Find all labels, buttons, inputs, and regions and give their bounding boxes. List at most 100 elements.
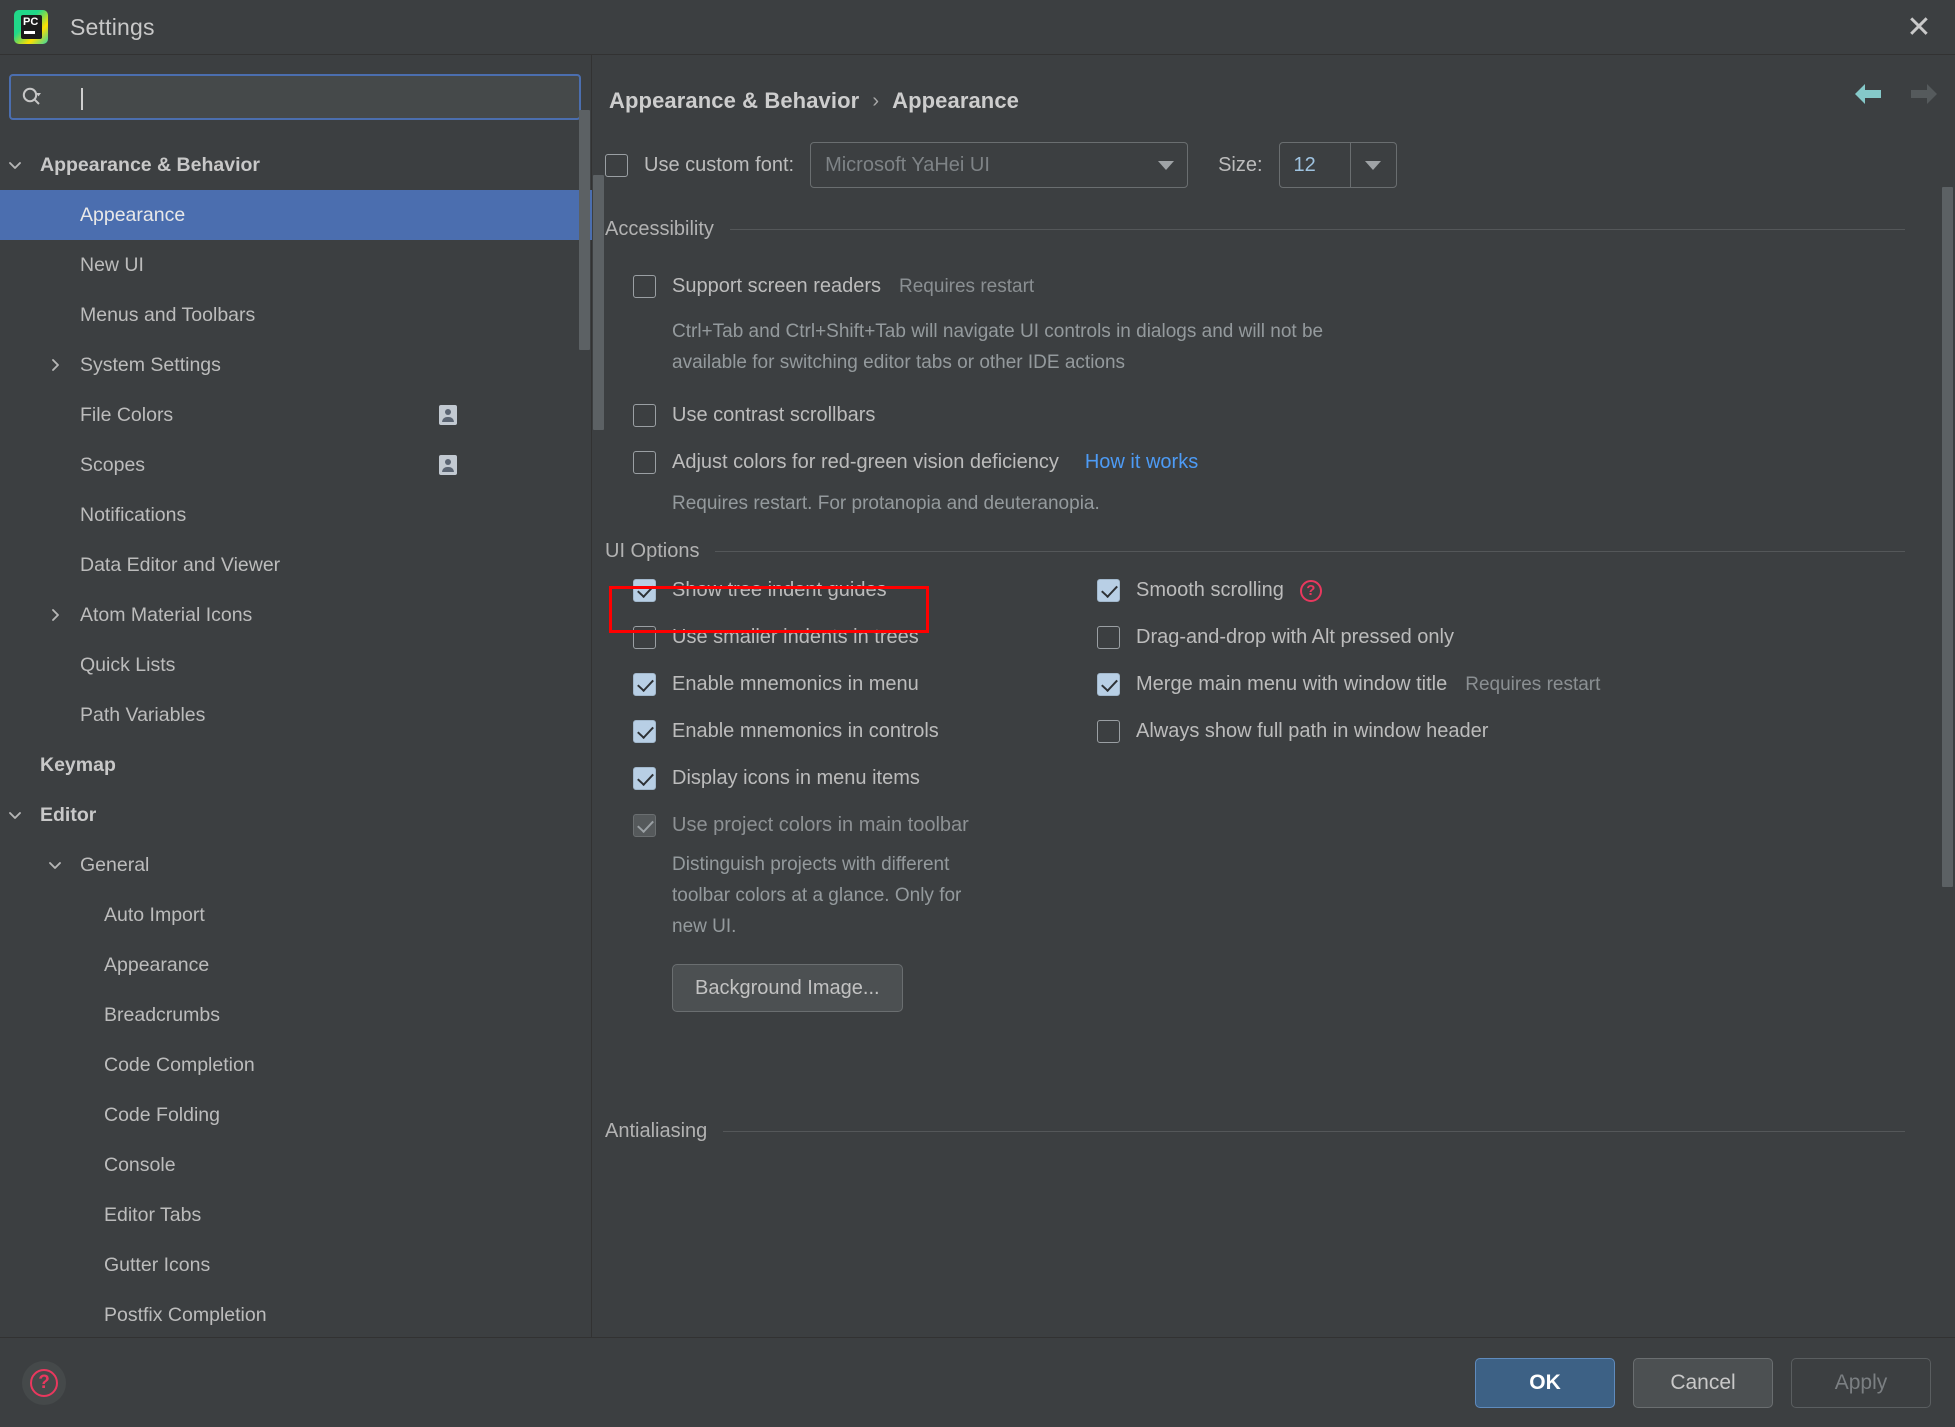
cancel-button[interactable]: Cancel: [1633, 1358, 1773, 1408]
sidebar-item-editor-tabs[interactable]: Editor Tabs: [0, 1190, 592, 1240]
drag-and-drop-alt-row[interactable]: Drag-and-drop with Alt pressed only: [1097, 614, 1897, 661]
font-family-dropdown[interactable]: Microsoft YaHei UI: [810, 142, 1189, 188]
chevron-right-icon[interactable]: [42, 357, 68, 373]
breadcrumb-separator-icon: ›: [872, 89, 880, 112]
accessibility-title-row: Accessibility: [605, 215, 1905, 243]
sidebar-item-general[interactable]: General: [0, 840, 592, 890]
sidebar-item-code-completion[interactable]: Code Completion: [0, 1040, 592, 1090]
custom-font-row: Use custom font: Microsoft YaHei UI Size…: [605, 142, 1397, 188]
search-box[interactable]: [9, 74, 581, 120]
sidebar-item-editor[interactable]: Editor: [0, 790, 592, 840]
use-contrast-scrollbars-checkbox[interactable]: [633, 404, 656, 427]
sidebar-item-data-editor-and-viewer[interactable]: Data Editor and Viewer: [0, 540, 592, 590]
window-title: Settings: [70, 13, 155, 40]
display-icons-menu-items-checkbox[interactable]: [633, 767, 656, 790]
font-size-value[interactable]: 12: [1280, 143, 1350, 187]
enable-mnemonics-controls-row[interactable]: Enable mnemonics in controls: [633, 708, 1103, 755]
how-it-works-link[interactable]: How it works: [1085, 451, 1198, 474]
sidebar-item-postfix-completion[interactable]: Postfix Completion: [0, 1290, 592, 1335]
show-tree-indent-guides-row[interactable]: Show tree indent guides: [633, 567, 1103, 614]
sidebar-item-appearance-behavior[interactable]: Appearance & Behavior: [0, 140, 592, 190]
user-badge-icon: [439, 455, 457, 475]
search-input[interactable]: [53, 76, 579, 118]
help-button[interactable]: ?: [22, 1361, 66, 1405]
use-smaller-indents-row[interactable]: Use smaller indents in trees: [633, 614, 1103, 661]
sidebar-item-keymap[interactable]: Keymap: [0, 740, 592, 790]
sidebar-scrollbar-thumb[interactable]: [579, 110, 590, 350]
sidebar-item-breadcrumbs[interactable]: Breadcrumbs: [0, 990, 592, 1040]
use-smaller-indents-label: Use smaller indents in trees: [672, 626, 919, 648]
ui-options-title: UI Options: [605, 539, 700, 562]
sidebar-item-gutter-icons[interactable]: Gutter Icons: [0, 1240, 592, 1290]
accessibility-section: Accessibility Support screen readers Req…: [605, 215, 1905, 519]
help-circle-icon[interactable]: ?: [1299, 579, 1322, 602]
sidebar-item-label: General: [80, 853, 150, 876]
sidebar-item-label: Auto Import: [104, 903, 205, 926]
content-scrollbar-track[interactable]: [1941, 127, 1955, 1227]
chevron-down-icon[interactable]: [2, 157, 28, 173]
always-show-full-path-checkbox[interactable]: [1097, 720, 1120, 743]
always-show-full-path-row[interactable]: Always show full path in window header: [1097, 708, 1897, 755]
enable-mnemonics-menu-row[interactable]: Enable mnemonics in menu: [633, 661, 1103, 708]
use-contrast-scrollbars-label: Use contrast scrollbars: [672, 404, 876, 426]
enable-mnemonics-controls-checkbox[interactable]: [633, 720, 656, 743]
use-contrast-scrollbars-row: Use contrast scrollbars: [633, 392, 1905, 439]
chevron-down-icon[interactable]: [1143, 143, 1187, 187]
support-screen-readers-row: Support screen readers Requires restart: [633, 263, 1905, 310]
adjust-colors-row: Adjust colors for red-green vision defic…: [633, 439, 1905, 486]
merge-main-menu-label: Merge main menu with window title: [1136, 673, 1448, 695]
content-scrollbar-thumb[interactable]: [1942, 187, 1953, 887]
use-project-colors-checkbox: [633, 814, 656, 837]
sidebar-item-quick-lists[interactable]: Quick Lists: [0, 640, 592, 690]
enable-mnemonics-menu-checkbox[interactable]: [633, 673, 656, 696]
sidebar-item-code-folding[interactable]: Code Folding: [0, 1090, 592, 1140]
background-image-button[interactable]: Background Image...: [672, 964, 903, 1012]
support-screen-readers-checkbox[interactable]: [633, 275, 656, 298]
sidebar-item-system-settings[interactable]: System Settings: [0, 340, 592, 390]
chevron-down-icon[interactable]: [42, 857, 68, 873]
dialog-footer: ? OK Cancel Apply: [0, 1337, 1955, 1427]
sidebar-item-path-variables[interactable]: Path Variables: [0, 690, 592, 740]
use-custom-font-checkbox[interactable]: [605, 153, 628, 177]
pycharm-logo-icon: PC: [14, 10, 48, 44]
sidebar-item-file-colors[interactable]: File Colors: [0, 390, 592, 440]
antialiasing-section: Antialiasing: [605, 1117, 1905, 1145]
close-icon[interactable]: ✕: [1891, 0, 1947, 55]
sidebar-item-appearance[interactable]: Appearance: [0, 190, 592, 240]
merge-main-menu-checkbox[interactable]: [1097, 673, 1120, 696]
use-smaller-indents-checkbox[interactable]: [633, 626, 656, 649]
sidebar-item-new-ui[interactable]: New UI: [0, 240, 592, 290]
show-tree-indent-guides-checkbox[interactable]: [633, 579, 656, 602]
arrow-left-icon[interactable]: [1851, 77, 1885, 111]
chevron-right-icon[interactable]: [42, 607, 68, 623]
requires-restart-note: Requires restart: [899, 275, 1035, 297]
sidebar-item-scopes[interactable]: Scopes: [0, 440, 592, 490]
merge-main-menu-row[interactable]: Merge main menu with window title Requir…: [1097, 661, 1897, 708]
sidebar-item-notifications[interactable]: Notifications: [0, 490, 592, 540]
sidebar-item-label: Keymap: [40, 753, 116, 776]
chevron-down-icon[interactable]: [1349, 143, 1396, 187]
font-size-stepper[interactable]: 12: [1278, 142, 1397, 188]
chevron-down-icon[interactable]: [2, 807, 28, 823]
enable-mnemonics-menu-label: Enable mnemonics in menu: [672, 673, 919, 695]
breadcrumb-root[interactable]: Appearance & Behavior: [609, 88, 859, 114]
content-left-scrollbar-thumb[interactable]: [593, 175, 604, 430]
display-icons-menu-items-row[interactable]: Display icons in menu items: [633, 755, 1103, 802]
use-project-colors-label: Use project colors in main toolbar: [672, 814, 969, 836]
sidebar-item-atom-material-icons[interactable]: Atom Material Icons: [0, 590, 592, 640]
drag-and-drop-alt-checkbox[interactable]: [1097, 626, 1120, 649]
sidebar-item-auto-import[interactable]: Auto Import: [0, 890, 592, 940]
sidebar-item-menus-and-toolbars[interactable]: Menus and Toolbars: [0, 290, 592, 340]
ok-button[interactable]: OK: [1475, 1358, 1615, 1408]
sidebar-scrollbar-track[interactable]: [579, 55, 591, 1250]
arrow-right-icon[interactable]: [1907, 77, 1941, 111]
adjust-colors-checkbox[interactable]: [633, 451, 656, 474]
smooth-scrolling-row[interactable]: Smooth scrolling ?: [1097, 567, 1897, 614]
settings-tree[interactable]: Appearance & Behavior Appearance New UI Men…: [0, 140, 592, 1335]
smooth-scrolling-checkbox[interactable]: [1097, 579, 1120, 602]
sidebar-item-console[interactable]: Console: [0, 1140, 592, 1190]
search-icon[interactable]: [11, 76, 53, 118]
sidebar-item-label: Menus and Toolbars: [80, 303, 256, 326]
text-caret: [81, 88, 83, 110]
sidebar-item-appearance[interactable]: Appearance: [0, 940, 592, 990]
